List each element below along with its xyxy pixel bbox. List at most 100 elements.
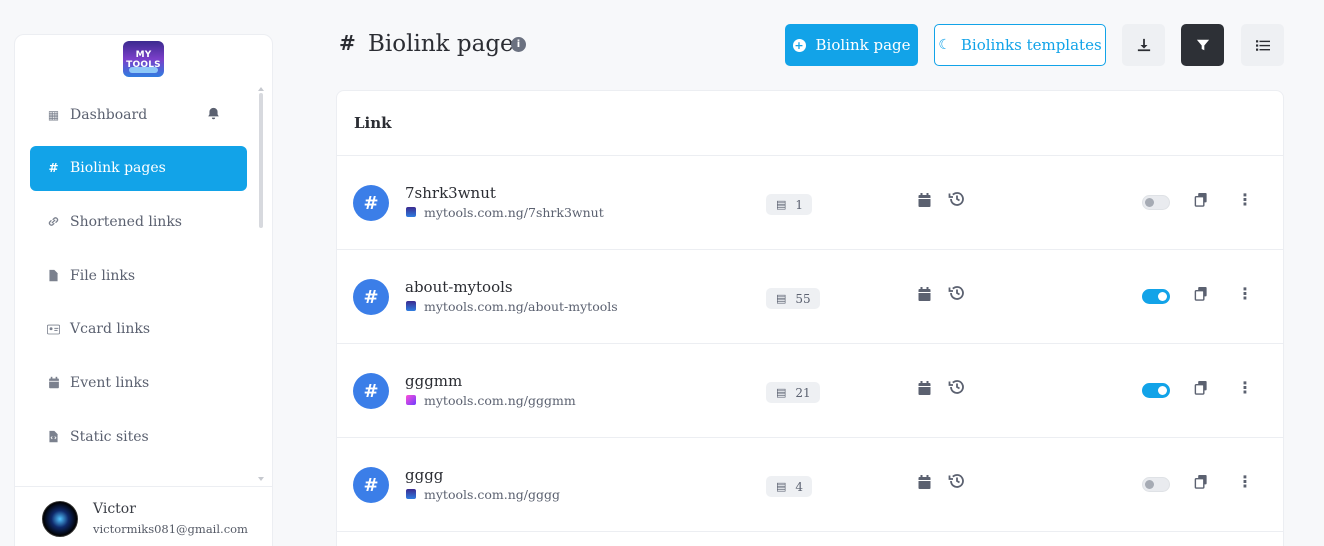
create-button-label: Biolink page <box>815 36 911 54</box>
enable-toggle[interactable] <box>1142 289 1170 304</box>
link-name[interactable]: 7shrk3wnut <box>405 184 496 202</box>
favicon-icon <box>406 489 416 499</box>
copy-icon[interactable] <box>1194 286 1208 305</box>
stat-count: 4 <box>795 479 804 494</box>
create-biolink-page-button[interactable]: + Biolink page <box>785 24 918 66</box>
info-icon[interactable]: i <box>511 37 526 52</box>
link-url[interactable]: mytools.com.ng/7shrk3wnut <box>424 205 604 220</box>
calendar-icon[interactable] <box>917 474 932 494</box>
biolinks-templates-button[interactable]: ☾ Biolinks templates <box>934 24 1106 66</box>
calendar-icon <box>47 376 60 389</box>
sidebar-item-label: Shortened links <box>70 213 182 230</box>
sidebar-item-label: File links <box>70 267 136 284</box>
history-icon[interactable] <box>948 378 966 401</box>
filter-icon <box>1196 39 1209 51</box>
hash-badge-icon: # <box>353 185 389 221</box>
table-header-link: Link <box>337 91 1283 156</box>
user-email: victormiks081@gmail.com <box>93 522 248 536</box>
more-options-icon[interactable]: ⋮ <box>1237 472 1253 491</box>
calendar-icon[interactable] <box>917 380 932 400</box>
favicon-icon <box>406 207 416 217</box>
stat-count: 21 <box>795 385 811 400</box>
calendar-icon[interactable] <box>917 192 932 212</box>
download-button[interactable] <box>1122 24 1165 66</box>
sidebar-item-dashboard[interactable]: ▦ Dashboard <box>30 92 247 137</box>
sidebar: MY TOOLS ▦ Dashboard # Biolink pages Sho… <box>14 34 273 546</box>
bar-chart-icon: ▤ <box>776 198 787 211</box>
bell-icon[interactable] <box>207 107 220 120</box>
table-row: # 7shrk3wnut mytools.com.ng/7shrk3wnut ▤… <box>337 156 1283 250</box>
sidebar-item-label: Dashboard <box>70 106 148 123</box>
sidebar-item-file-links[interactable]: File links <box>30 253 247 298</box>
link-url[interactable]: mytools.com.ng/about-mytools <box>424 299 618 314</box>
link-name[interactable]: about-mytools <box>405 278 513 296</box>
link-url[interactable]: mytools.com.ng/gggmm <box>424 393 576 408</box>
statistics-button[interactable]: ▤ 4 <box>766 476 813 497</box>
list-view-button[interactable] <box>1241 24 1284 66</box>
sidebar-item-label: Vcard links <box>70 321 151 338</box>
enable-toggle[interactable] <box>1142 477 1170 492</box>
scroll-up-arrow[interactable] <box>258 87 264 91</box>
sidebar-nav: ▦ Dashboard # Biolink pages Shortened li… <box>30 92 247 468</box>
statistics-button[interactable]: ▤ 21 <box>766 382 820 403</box>
history-icon[interactable] <box>948 472 966 495</box>
more-options-icon[interactable]: ⋮ <box>1237 378 1253 397</box>
table-row: # gggmm mytools.com.ng/gggmm ▤ 21 ⋮ <box>337 344 1283 438</box>
sidebar-item-biolink-pages[interactable]: # Biolink pages <box>30 145 247 191</box>
link-name[interactable]: gggg <box>405 466 443 484</box>
hash-icon: # <box>48 161 59 176</box>
link-icon <box>47 215 60 228</box>
templates-button-label: Biolinks templates <box>960 36 1102 54</box>
sidebar-item-label: Static sites <box>70 428 149 445</box>
history-icon[interactable] <box>948 190 966 213</box>
copy-icon[interactable] <box>1194 192 1208 211</box>
download-icon <box>1137 38 1150 52</box>
history-icon[interactable] <box>948 284 966 307</box>
sidebar-item-static-sites[interactable]: Static sites <box>30 414 247 459</box>
table-icon: ▦ <box>47 107 60 122</box>
moon-icon: ☾ <box>938 37 951 53</box>
scroll-down-arrow[interactable] <box>258 477 264 481</box>
stat-count: 55 <box>795 291 811 306</box>
sidebar-item-label: Biolink pages <box>70 160 166 177</box>
link-url[interactable]: mytools.com.ng/gggg <box>424 487 560 502</box>
table-row: # gggg mytools.com.ng/gggg ▤ 4 ⋮ <box>337 438 1283 532</box>
user-name: Victor <box>93 501 136 517</box>
stat-count: 1 <box>795 197 804 212</box>
copy-icon[interactable] <box>1194 474 1208 493</box>
links-table: Link # 7shrk3wnut mytools.com.ng/7shrk3w… <box>336 90 1284 546</box>
hash-icon: # <box>339 31 356 55</box>
calendar-icon[interactable] <box>917 286 932 306</box>
avatar[interactable] <box>42 501 78 537</box>
hash-badge-icon: # <box>353 279 389 315</box>
hash-badge-icon: # <box>353 373 389 409</box>
list-icon <box>1255 39 1270 51</box>
more-options-icon[interactable]: ⋮ <box>1237 190 1253 209</box>
id-card-icon <box>47 323 60 336</box>
page-title: Biolink pages <box>368 31 526 57</box>
sidebar-item-event-links[interactable]: Event links <box>30 360 247 405</box>
user-panel[interactable]: Victor victormiks081@gmail.com <box>15 486 272 546</box>
sidebar-item-vcard-links[interactable]: Vcard links <box>30 307 247 352</box>
file-code-icon <box>47 430 60 443</box>
file-icon <box>47 269 60 282</box>
enable-toggle[interactable] <box>1142 195 1170 210</box>
statistics-button[interactable]: ▤ 55 <box>766 288 820 309</box>
more-options-icon[interactable]: ⋮ <box>1237 284 1253 303</box>
sidebar-item-label: Event links <box>70 374 150 391</box>
bar-chart-icon: ▤ <box>776 292 787 305</box>
sidebar-item-shortened-links[interactable]: Shortened links <box>30 199 247 244</box>
favicon-icon <box>406 395 416 405</box>
filter-button[interactable] <box>1181 24 1224 66</box>
table-row: # about-mytools mytools.com.ng/about-myt… <box>337 250 1283 344</box>
mytools-logo[interactable]: MY TOOLS <box>123 41 164 77</box>
enable-toggle[interactable] <box>1142 383 1170 398</box>
bar-chart-icon: ▤ <box>776 480 787 493</box>
statistics-button[interactable]: ▤ 1 <box>766 194 813 215</box>
bar-chart-icon: ▤ <box>776 386 787 399</box>
hash-badge-icon: # <box>353 467 389 503</box>
copy-icon[interactable] <box>1194 380 1208 399</box>
link-name[interactable]: gggmm <box>405 372 462 390</box>
plus-circle-icon: + <box>792 38 806 52</box>
sidebar-scrollbar[interactable] <box>259 93 263 228</box>
